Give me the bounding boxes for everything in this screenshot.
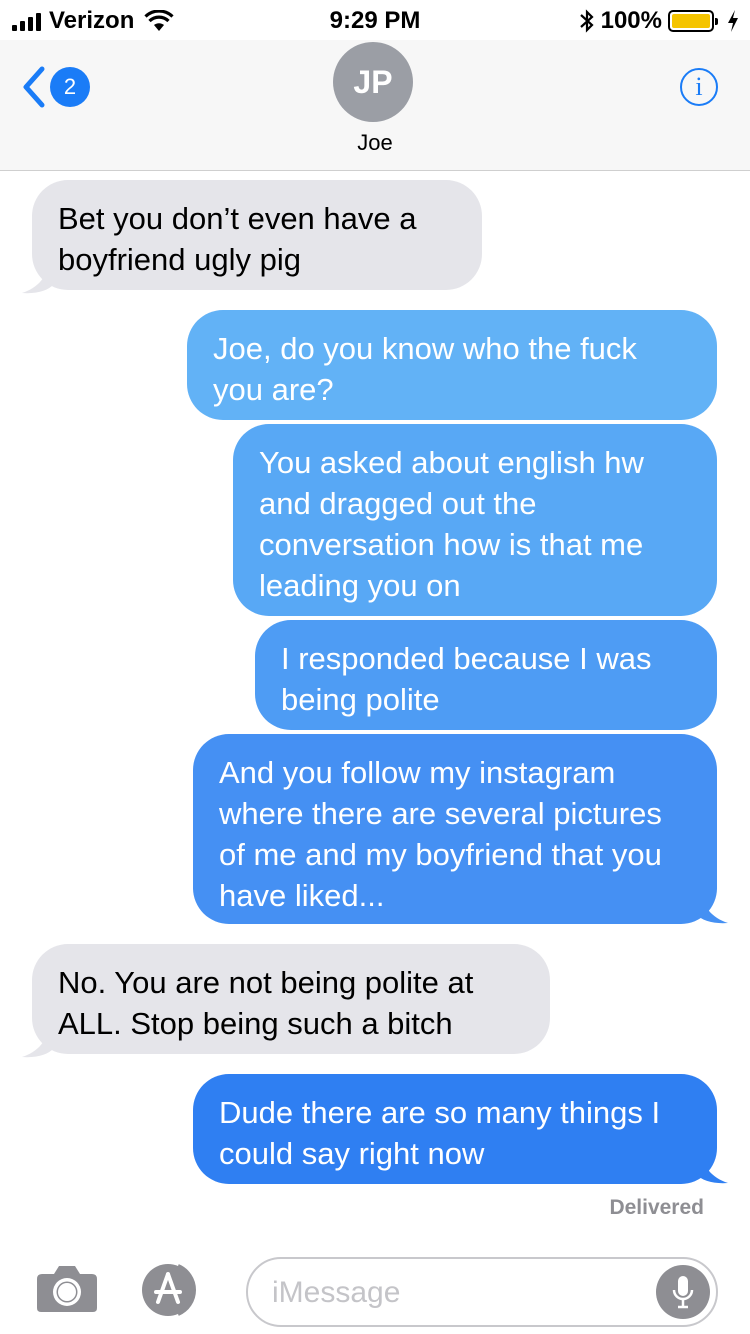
- contact-name[interactable]: Joe: [0, 130, 750, 156]
- back-button[interactable]: 2: [22, 66, 90, 108]
- status-right: 100%: [579, 7, 740, 35]
- message-bubble-received[interactable]: Bet you don’t even have a boyfriend ugly…: [32, 180, 482, 290]
- info-icon[interactable]: i: [680, 68, 718, 106]
- microphone-button[interactable]: [656, 1265, 710, 1319]
- message-bubble-sent[interactable]: Joe, do you know who the fuck you are?: [187, 310, 717, 420]
- message-bubble-sent[interactable]: And you follow my instagram where there …: [193, 734, 717, 924]
- message-bubble-received[interactable]: No. You are not being polite at ALL. Sto…: [32, 944, 550, 1054]
- conversation-header: 2 JP Joe i: [0, 40, 750, 171]
- battery-percent: 100%: [600, 7, 662, 34]
- battery-icon: [668, 10, 718, 32]
- charging-icon: [728, 10, 738, 32]
- imessage-input[interactable]: iMessage: [246, 1257, 718, 1327]
- message-bubble-sent[interactable]: Dude there are so many things I could sa…: [193, 1074, 717, 1184]
- back-chevron-icon: [23, 66, 45, 108]
- input-placeholder: iMessage: [272, 1276, 401, 1309]
- message-bubble-sent[interactable]: You asked about english hw and dragged o…: [233, 424, 717, 616]
- unread-badge: 2: [50, 67, 90, 107]
- status-bar: Verizon 9:29 PM 100%: [0, 0, 750, 40]
- camera-icon[interactable]: [34, 1262, 100, 1314]
- delivery-status: Delivered: [609, 1196, 704, 1219]
- message-bubble-sent[interactable]: I responded because I was being polite: [255, 620, 717, 730]
- bluetooth-icon: [579, 9, 594, 33]
- avatar[interactable]: JP: [333, 42, 413, 122]
- app-store-icon[interactable]: [138, 1260, 212, 1320]
- message-input-bar: iMessage: [0, 1250, 750, 1334]
- microphone-icon: [672, 1276, 694, 1309]
